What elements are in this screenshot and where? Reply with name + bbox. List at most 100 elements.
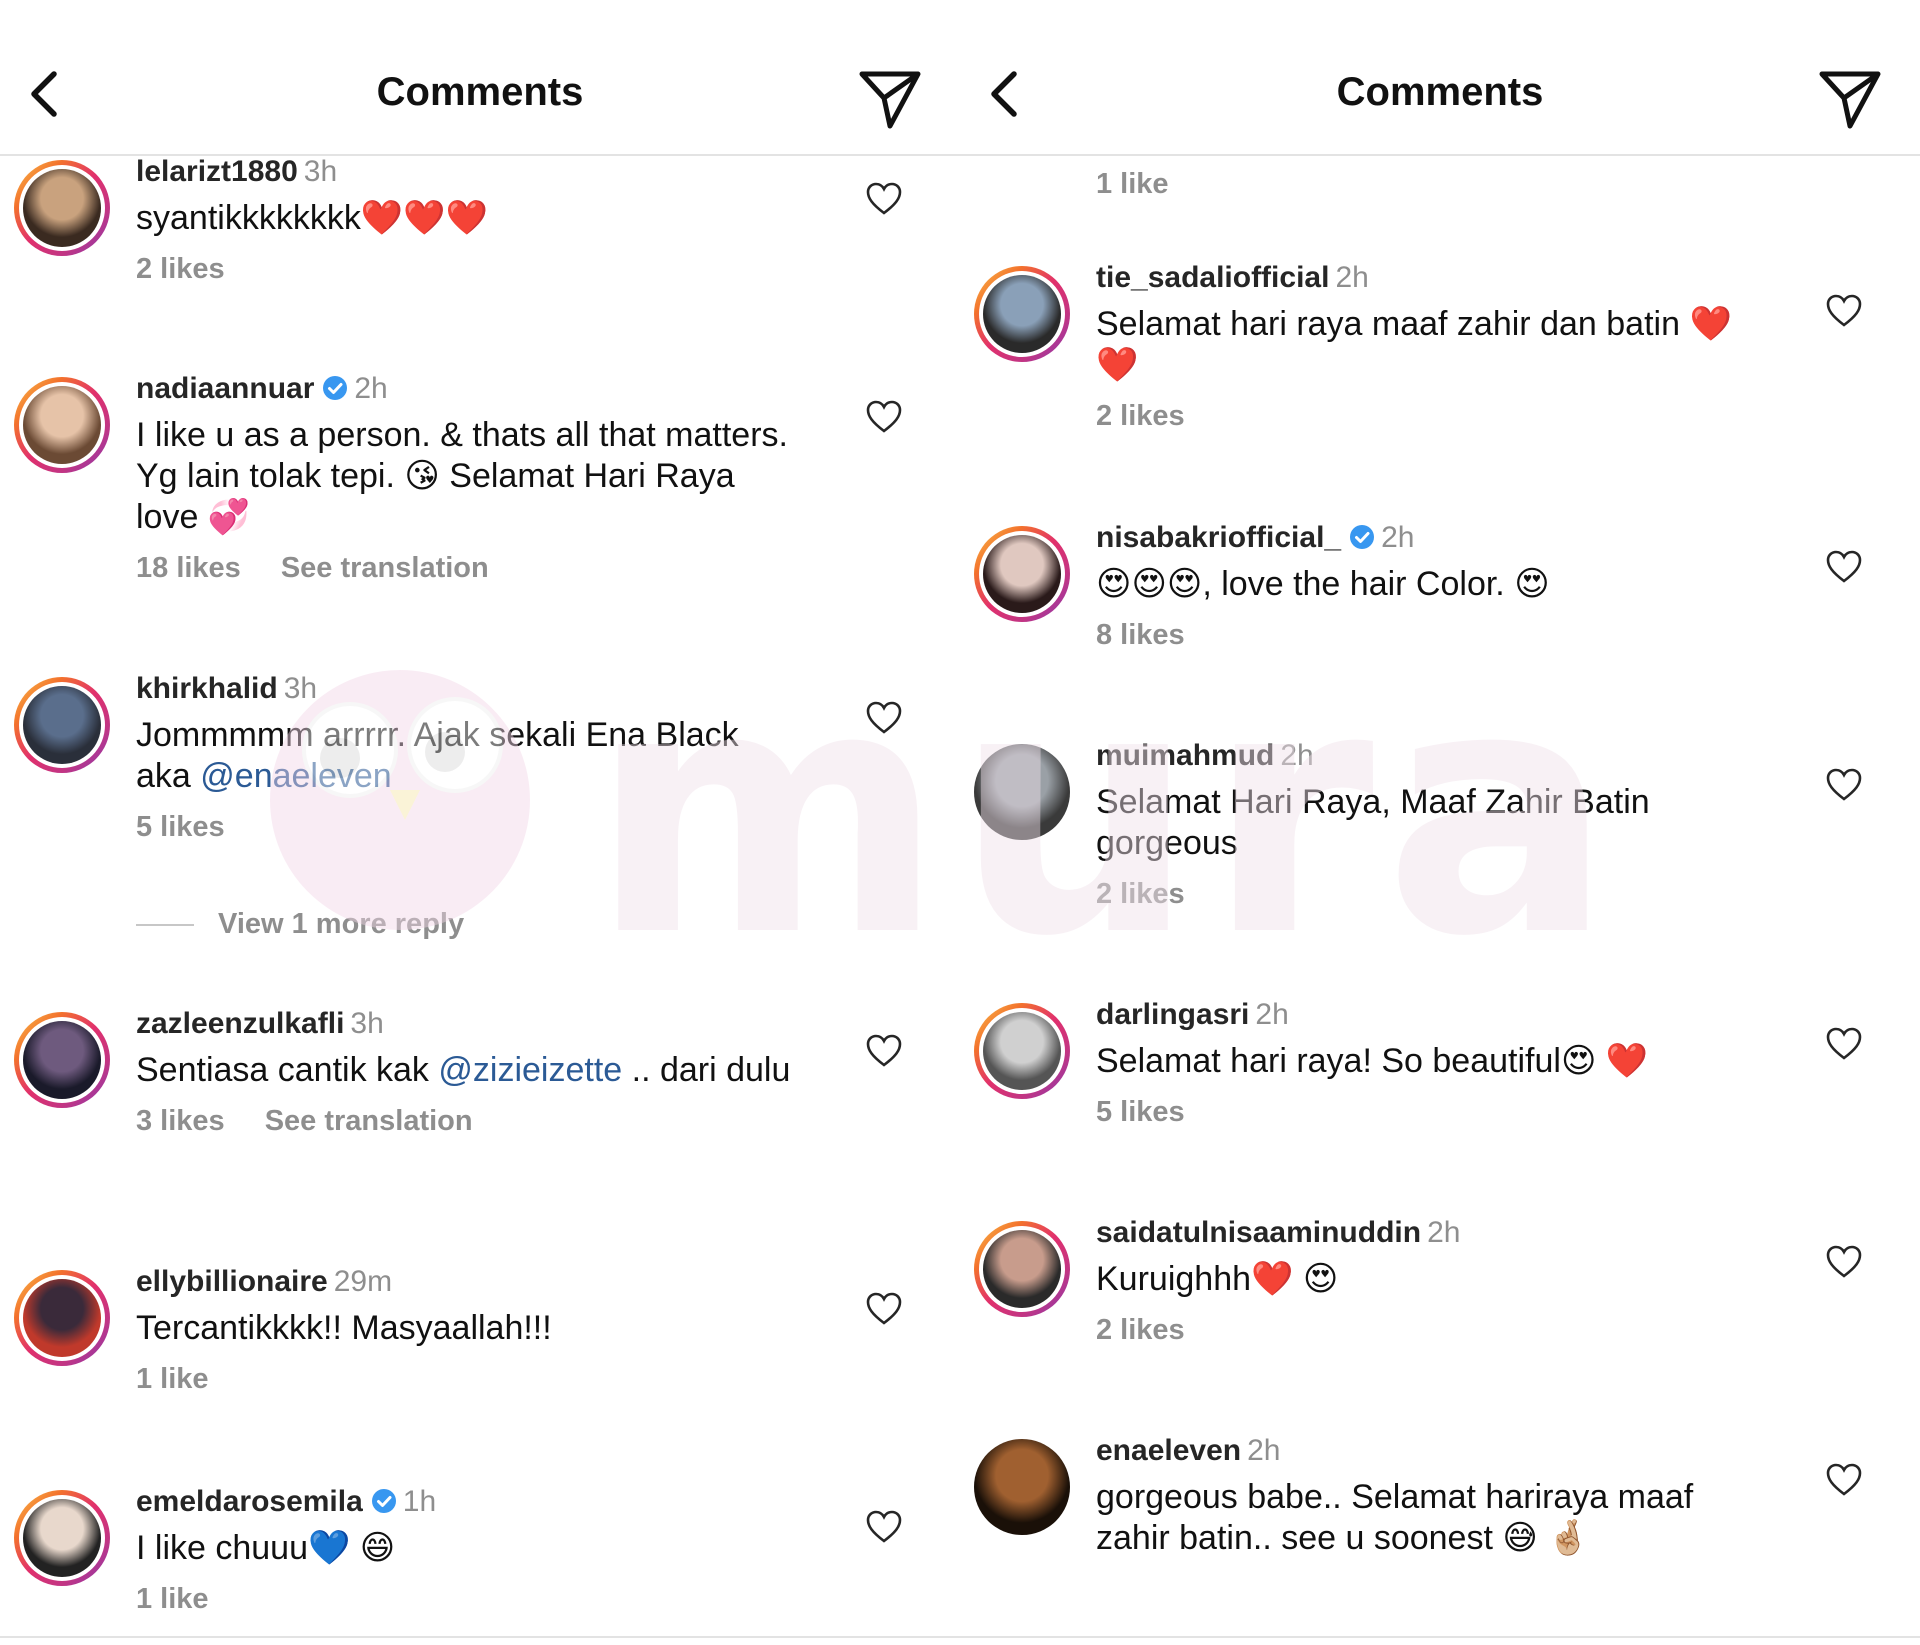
likes-count[interactable]: 18 likes [136, 552, 241, 585]
see-translation-link[interactable]: See translation [281, 552, 489, 585]
mention-link[interactable]: @zizieizette [438, 1051, 622, 1089]
username-link[interactable]: muimahmud [1096, 739, 1274, 772]
heart-outline-icon [1826, 1245, 1862, 1278]
likes-count[interactable]: 2 likes [1096, 878, 1185, 911]
emoji: ❤️ [1251, 1260, 1294, 1298]
avatar[interactable] [14, 1270, 110, 1366]
likes-count[interactable]: 8 likes [1096, 619, 1185, 652]
username-link[interactable]: khirkhalid [136, 672, 278, 705]
avatar[interactable] [974, 744, 1070, 840]
see-translation-link[interactable]: See translation [265, 1105, 473, 1138]
likes-count[interactable]: 1 like [136, 1363, 209, 1396]
like-button[interactable] [866, 400, 902, 434]
comment-meta: zazleenzulkafli 3h [136, 1006, 796, 1042]
verified-badge-icon [371, 1489, 396, 1513]
like-button[interactable] [1826, 1463, 1862, 1497]
emoji: 😍 [1302, 1260, 1339, 1298]
comment-list[interactable]: lelarizt1880 3h syantikkkkkkkk❤️❤️❤️ 2 like… [0, 156, 960, 1636]
comment-text: Tercantikkkk!! Masyaallah!!! [136, 1308, 796, 1349]
like-button[interactable] [1826, 294, 1862, 328]
avatar[interactable] [974, 266, 1070, 362]
username-link[interactable]: saidatulnisaaminuddin [1096, 1216, 1421, 1249]
emoji: ❤️ [1096, 346, 1139, 384]
avatar[interactable] [974, 526, 1070, 622]
comment-body: ellybillionaire 29m Tercantikkkk!! Masyaal… [136, 1264, 796, 1396]
comment-body: zazleenzulkafli 3h Sentiasa cantik kak @zi… [136, 1006, 796, 1138]
avatar[interactable] [974, 1221, 1070, 1317]
comment-text-segment [1538, 1519, 1547, 1557]
likes-count[interactable]: 2 likes [1096, 400, 1185, 433]
username-link[interactable]: lelarizt1880 [136, 156, 298, 188]
username-link[interactable]: emeldarosemila [136, 1485, 363, 1518]
like-button[interactable] [866, 182, 902, 216]
likes-count[interactable]: 1 like [136, 1583, 209, 1616]
like-button[interactable] [1826, 1027, 1862, 1061]
comment-text: 😍😍😍, love the hair Color. 😍 [1096, 564, 1756, 605]
timestamp: 3h [303, 156, 338, 188]
timestamp: 2h [1255, 998, 1289, 1031]
likes-count[interactable]: 3 likes [136, 1105, 225, 1138]
comment-body: emeldarosemila 1h I like chuuu💙 😄 1 like [136, 1484, 796, 1616]
timestamp: 29m [333, 1265, 393, 1298]
comment-actions: 3 likes See translation [136, 1105, 796, 1138]
likes-count[interactable]: 5 likes [1096, 1096, 1185, 1129]
timestamp: 3h [283, 672, 318, 705]
likes-count[interactable]: 2 likes [136, 253, 225, 286]
avatar[interactable] [974, 1439, 1070, 1535]
comment-list[interactable]: 1 like tie_sadaliofficial 2h Selamat hari … [960, 156, 1920, 1636]
comment-body: khirkhalid 3h Jommmmm arrrrr. Ajak sekali … [136, 671, 796, 844]
heart-outline-icon [1826, 1027, 1862, 1060]
comment-body: saidatulnisaaminuddin 2h Kuruighhh❤️ 😍 2 li… [1096, 1215, 1756, 1347]
emoji: ❤️ [1605, 1042, 1649, 1080]
emoji: 😄 [359, 1529, 396, 1567]
emoji: ❤️ [1689, 305, 1732, 343]
avatar-ring [19, 1495, 105, 1581]
username-link[interactable]: nadiaannuar [136, 372, 314, 405]
like-button[interactable] [1826, 550, 1862, 584]
comment-meta: nadiaannuar 2h [136, 371, 796, 407]
likes-count[interactable]: 2 likes [1096, 1314, 1185, 1347]
comment-actions: 1 like [136, 1363, 796, 1396]
comment-text: I like chuuu💙 😄 [136, 1528, 796, 1569]
username-link[interactable]: enaeleven [1096, 1434, 1241, 1467]
emoji: 😍 [1514, 565, 1550, 603]
comment-meta: tie_sadaliofficial 2h [1096, 260, 1756, 296]
like-button[interactable] [866, 701, 902, 735]
like-button[interactable] [866, 1292, 902, 1326]
username-link[interactable]: zazleenzulkafli [136, 1007, 344, 1040]
comment-actions: 5 likes [1096, 1096, 1756, 1129]
paper-plane-icon [859, 71, 921, 129]
emoji: 💙 [308, 1529, 351, 1567]
avatar-ring [974, 744, 1070, 840]
comment-actions: 1 like [136, 1583, 796, 1616]
avatar[interactable] [14, 1490, 110, 1586]
username-link[interactable]: darlingasri [1096, 998, 1249, 1031]
like-button[interactable] [1826, 768, 1862, 802]
like-button[interactable] [1826, 1245, 1862, 1279]
view-replies-button[interactable]: View 1 more reply [136, 908, 464, 941]
username-link[interactable]: nisabakriofficial_ [1096, 521, 1341, 554]
mention-link[interactable]: @enaeleven [200, 757, 391, 795]
timestamp: 2h [1335, 261, 1369, 294]
emoji: 😍 [1131, 565, 1167, 603]
avatar-ring [979, 271, 1065, 357]
username-link[interactable]: tie_sadaliofficial [1096, 261, 1329, 294]
username-link[interactable]: ellybillionaire [136, 1265, 328, 1298]
avatar-ring [19, 165, 105, 251]
avatar[interactable] [974, 1003, 1070, 1099]
emoji: 😍 [1096, 565, 1132, 603]
comment-text-segment: Sentiasa cantik kak [136, 1051, 439, 1089]
avatar[interactable] [14, 677, 110, 773]
like-button[interactable] [866, 1510, 902, 1544]
likes-count: 1 like [1096, 168, 1169, 200]
avatar[interactable] [14, 377, 110, 473]
share-button[interactable] [1816, 64, 1886, 134]
avatar[interactable] [14, 1012, 110, 1108]
likes-count[interactable]: 5 likes [136, 811, 225, 844]
comment-text-segment: Tercantikkkk!! Masyaallah!!! [136, 1309, 552, 1347]
heart-outline-icon [1826, 550, 1862, 583]
share-button[interactable] [856, 64, 926, 134]
comment-body: muimahmud 2h Selamat Hari Raya, Maaf Zahir… [1096, 738, 1756, 911]
like-button[interactable] [866, 1034, 902, 1068]
avatar[interactable] [14, 160, 110, 256]
